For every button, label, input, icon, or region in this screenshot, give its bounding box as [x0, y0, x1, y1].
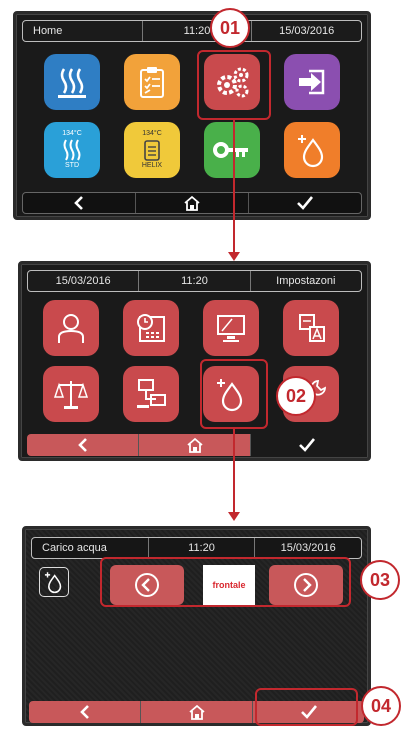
clock: 11:20: [149, 538, 256, 558]
back-button[interactable]: [23, 193, 136, 213]
cycle-label: STD: [65, 162, 79, 169]
sterilizer-helix-icon: [144, 140, 160, 161]
chevron-left-icon: [74, 196, 83, 210]
heating-icon: [58, 68, 86, 98]
settings-screen: 15/03/2016 11:20 Impostazoni: [18, 261, 371, 461]
screen-title: Carico acqua: [32, 538, 149, 558]
datetime-tile[interactable]: [123, 300, 179, 356]
home-icon: [184, 195, 200, 211]
home-icon: [186, 437, 203, 453]
status-bar: Home 11:20 15/03/2016: [22, 20, 362, 42]
screen-title: Home: [23, 21, 143, 41]
display-tile[interactable]: [203, 300, 259, 356]
scale-icon: [53, 381, 89, 409]
temperature-label: 134°C: [142, 130, 162, 137]
callout-02: 02: [276, 376, 316, 416]
water-load-highlight: [200, 359, 268, 429]
chevron-left-icon: [79, 705, 89, 719]
calendar-clock-icon: [137, 314, 165, 342]
bottom-nav: [22, 192, 362, 214]
date: 15/03/2016: [279, 25, 335, 37]
user-icon: [58, 314, 84, 343]
network-icon: [137, 379, 166, 408]
screen-title: Impostazoni: [276, 275, 336, 287]
callout-03: 03: [360, 560, 400, 600]
sterilizer-helix-tile[interactable]: 134°C HELIX: [124, 122, 180, 178]
home-icon: [188, 704, 205, 720]
selector-highlight: [100, 557, 351, 607]
status-bar: 15/03/2016 11:20 Impostazoni: [27, 270, 362, 292]
sterilizer-std-icon: [63, 139, 81, 161]
flow-arrow-head: [228, 512, 240, 521]
confirm-button[interactable]: [251, 434, 362, 456]
flow-arrow: [233, 429, 235, 515]
chevron-left-icon: [77, 438, 87, 452]
date: 15/03/2016: [28, 271, 140, 291]
settings-highlight: [197, 50, 271, 120]
status-bar: Carico acqua 11:20 15/03/2016: [31, 537, 362, 559]
clock: 11:20: [139, 271, 251, 291]
water-drop-icon: [44, 572, 62, 594]
language-icon: [299, 314, 325, 342]
exit-tile[interactable]: [284, 54, 340, 110]
home-button[interactable]: [141, 701, 253, 723]
language-tile[interactable]: [283, 300, 339, 356]
water-load-tile[interactable]: [284, 122, 340, 178]
checklist-tile[interactable]: [124, 54, 180, 110]
confirm-button[interactable]: [249, 193, 361, 213]
confirm-highlight: [255, 688, 358, 726]
callout-04: 04: [361, 686, 401, 726]
bottom-nav: [27, 434, 362, 456]
checklist-icon: [140, 67, 164, 98]
exit-icon: [299, 69, 325, 95]
check-icon: [297, 196, 314, 210]
water-load-indicator: [39, 567, 69, 597]
sterilizer-std-tile[interactable]: 134°C STD: [44, 122, 100, 178]
network-tile[interactable]: [123, 366, 179, 422]
heating-tile[interactable]: [44, 54, 100, 110]
cycle-label: HELIX: [141, 162, 163, 169]
key-tile[interactable]: [204, 122, 260, 178]
monitor-icon: [217, 315, 245, 342]
back-button[interactable]: [27, 434, 139, 456]
flow-arrow-head: [228, 252, 240, 261]
temperature-label: 134°C: [62, 130, 82, 137]
water-drop-icon: [298, 135, 324, 168]
scale-tile[interactable]: [43, 366, 99, 422]
callout-01: 01: [210, 8, 250, 48]
check-icon: [298, 438, 315, 452]
user-tile[interactable]: [43, 300, 99, 356]
back-button[interactable]: [29, 701, 141, 723]
home-screen: Home 11:20 15/03/2016 134°C STD 134°C HE…: [13, 11, 371, 220]
flow-arrow: [233, 120, 235, 254]
key-icon: [213, 142, 248, 158]
date: 15/03/2016: [280, 542, 336, 554]
